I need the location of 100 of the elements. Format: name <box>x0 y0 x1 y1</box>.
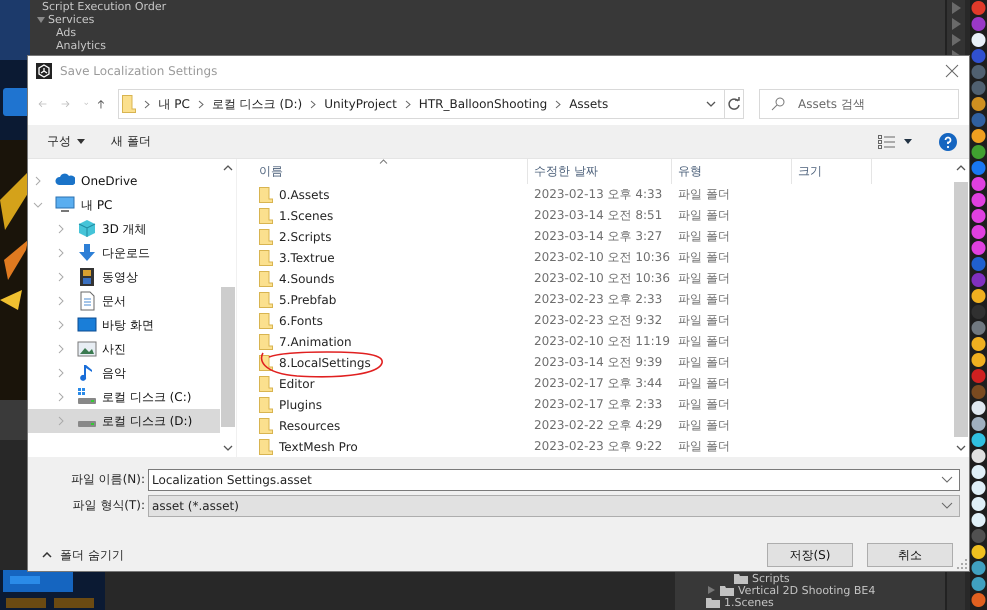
project-folder[interactable]: Scripts <box>752 572 790 584</box>
chevron-down-icon <box>941 502 953 509</box>
dropdown-caret-icon[interactable] <box>904 139 912 144</box>
file-name[interactable]: Plugins <box>279 398 322 412</box>
address-bar[interactable]: 내 PC 로컬 디스크 (D:) UnityProject HTR_BalloonShooting Assets <box>118 89 724 119</box>
type-cell-text: 파일 폴더 <box>677 186 731 203</box>
sidebar-item[interactable]: 사진 <box>28 337 220 361</box>
file-name[interactable]: 2.Scripts <box>279 230 332 244</box>
file-name[interactable]: 0.Assets <box>279 188 330 202</box>
sidebar-item[interactable]: 3D 개체 <box>28 217 220 241</box>
file-type-dropdown[interactable]: asset (*.asset) <box>148 494 960 516</box>
folder-icon <box>706 596 720 608</box>
chevron-up-icon <box>42 552 52 558</box>
file-name[interactable]: 3.Textrue <box>279 250 335 264</box>
breadcrumb-item[interactable]: Assets <box>569 97 608 111</box>
collapsed-chevron-icon <box>58 248 64 258</box>
file-name[interactable]: 8.LocalSettings <box>257 348 389 376</box>
organize-button[interactable]: 구성 <box>45 131 87 152</box>
type-cell-text: 파일 폴더 <box>677 438 731 455</box>
folder-icon <box>259 334 273 350</box>
date-cell-text: 2023-02-10 오전 10:36 <box>533 249 671 266</box>
sidebar-item[interactable]: OneDrive <box>28 169 220 193</box>
file-name[interactable]: 6.Fonts <box>279 314 323 328</box>
file-name[interactable]: 7.Animation <box>279 334 352 348</box>
type-cell-text: 파일 폴더 <box>677 417 731 434</box>
sidebar-item[interactable]: 로컬 디스크 (C:) <box>28 385 220 409</box>
cancel-button[interactable]: 취소 <box>867 543 953 567</box>
breadcrumb-item[interactable]: 내 PC <box>158 96 190 112</box>
drive-icon <box>77 387 97 407</box>
folder-icon <box>259 312 273 328</box>
collapsed-chevron-icon <box>58 416 64 426</box>
type-cell-text: 파일 폴더 <box>677 396 731 413</box>
new-folder-button[interactable]: 새 폴더 <box>109 131 153 152</box>
breadcrumb-item[interactable]: UnityProject <box>324 97 397 111</box>
date-cell-text: 2023-02-23 오후 2:33 <box>533 291 664 308</box>
project-folder[interactable]: 1.Scenes <box>724 596 774 608</box>
search-field[interactable]: Assets 검색 <box>758 89 959 119</box>
editor-menu-item[interactable]: Ads <box>56 26 76 39</box>
column-header[interactable]: 유형 <box>672 159 792 184</box>
sidebar-item[interactable]: 문서 <box>28 289 220 313</box>
sidebar-item[interactable]: 동영상 <box>28 265 220 289</box>
film-icon <box>77 267 97 287</box>
file-name[interactable]: 4.Sounds <box>279 272 334 286</box>
view-options-icon[interactable] <box>878 134 896 148</box>
folder-icon <box>259 292 273 308</box>
folder-icon <box>720 584 734 596</box>
chevron-down-icon <box>706 101 716 107</box>
collapsed-chevron-icon <box>58 344 64 354</box>
play-arrow-icon <box>951 18 961 30</box>
editor-menu-item[interactable]: Analytics <box>56 39 106 52</box>
date-cell-text: 2023-02-23 오후 9:22 <box>533 438 664 455</box>
date-cell-text: 2023-02-10 오전 11:19 <box>533 333 671 350</box>
date-cell-text: 2023-02-17 오후 3:44 <box>533 375 664 392</box>
collapsed-arrow-icon <box>707 585 716 595</box>
search-icon <box>770 97 785 111</box>
date-cell-text: 2023-02-23 오전 9:32 <box>533 312 664 329</box>
editor-menu-item[interactable]: Services <box>48 13 94 26</box>
close-icon[interactable] <box>945 64 959 78</box>
breadcrumb-item[interactable]: 로컬 디스크 (D:) <box>212 96 302 112</box>
scrollbar-thumb[interactable] <box>221 287 235 427</box>
sidebar-item[interactable]: 다운로드 <box>28 241 220 265</box>
project-folder[interactable]: Vertical 2D Shooting BE4 <box>738 584 876 596</box>
sidebar-item[interactable]: 내 PC <box>28 193 220 217</box>
photo-icon <box>77 339 97 359</box>
column-header[interactable]: 크기 <box>792 159 872 184</box>
type-cell-text: 파일 폴더 <box>677 354 731 371</box>
type-cell-text: 파일 폴더 <box>677 333 731 350</box>
editor-menu-item[interactable]: Script Execution Order <box>42 0 166 13</box>
type-cell-text: 파일 폴더 <box>677 375 731 392</box>
folder-icon <box>259 418 273 434</box>
cube-icon <box>77 219 97 239</box>
recent-dropdown-icon[interactable] <box>84 101 89 107</box>
save-button[interactable]: 저장(S) <box>767 543 853 567</box>
file-name[interactable]: TextMesh Pro <box>279 440 358 454</box>
hide-folders-button[interactable]: 폴더 숨기기 <box>40 544 126 566</box>
sidebar-item[interactable]: 로컬 디스크 (D:) <box>28 409 220 433</box>
chevron-right-icon <box>555 100 562 108</box>
refresh-button[interactable] <box>724 89 744 119</box>
folder-icon <box>259 438 273 454</box>
scrollbar-thumb[interactable] <box>954 182 968 437</box>
file-name[interactable]: 1.Scenes <box>279 208 334 222</box>
file-name-field[interactable]: Localization Settings.asset <box>148 468 960 490</box>
help-icon[interactable] <box>939 132 957 150</box>
file-name[interactable]: 5.Prebfab <box>279 292 336 306</box>
sidebar-item[interactable]: 바탕 화면 <box>28 313 220 337</box>
folder-icon <box>259 396 273 412</box>
file-name[interactable]: Editor <box>279 376 315 390</box>
file-name[interactable]: Resources <box>279 418 340 432</box>
collapsed-chevron-icon <box>58 272 64 282</box>
date-cell-text: 2023-03-14 오후 3:27 <box>533 228 664 245</box>
folder-icon <box>259 270 273 286</box>
refresh-icon <box>727 97 742 111</box>
breadcrumb-item[interactable]: HTR_BalloonShooting <box>418 97 548 111</box>
column-header[interactable]: 이름 <box>253 159 528 184</box>
type-cell-text: 파일 폴더 <box>677 249 731 266</box>
column-header[interactable]: 수정한 날짜 <box>528 159 672 184</box>
collapsed-chevron-icon <box>58 320 64 330</box>
sidebar-item[interactable]: 음악 <box>28 361 220 385</box>
scroll-down-icon <box>956 445 966 451</box>
sort-ascending-icon <box>379 159 388 164</box>
